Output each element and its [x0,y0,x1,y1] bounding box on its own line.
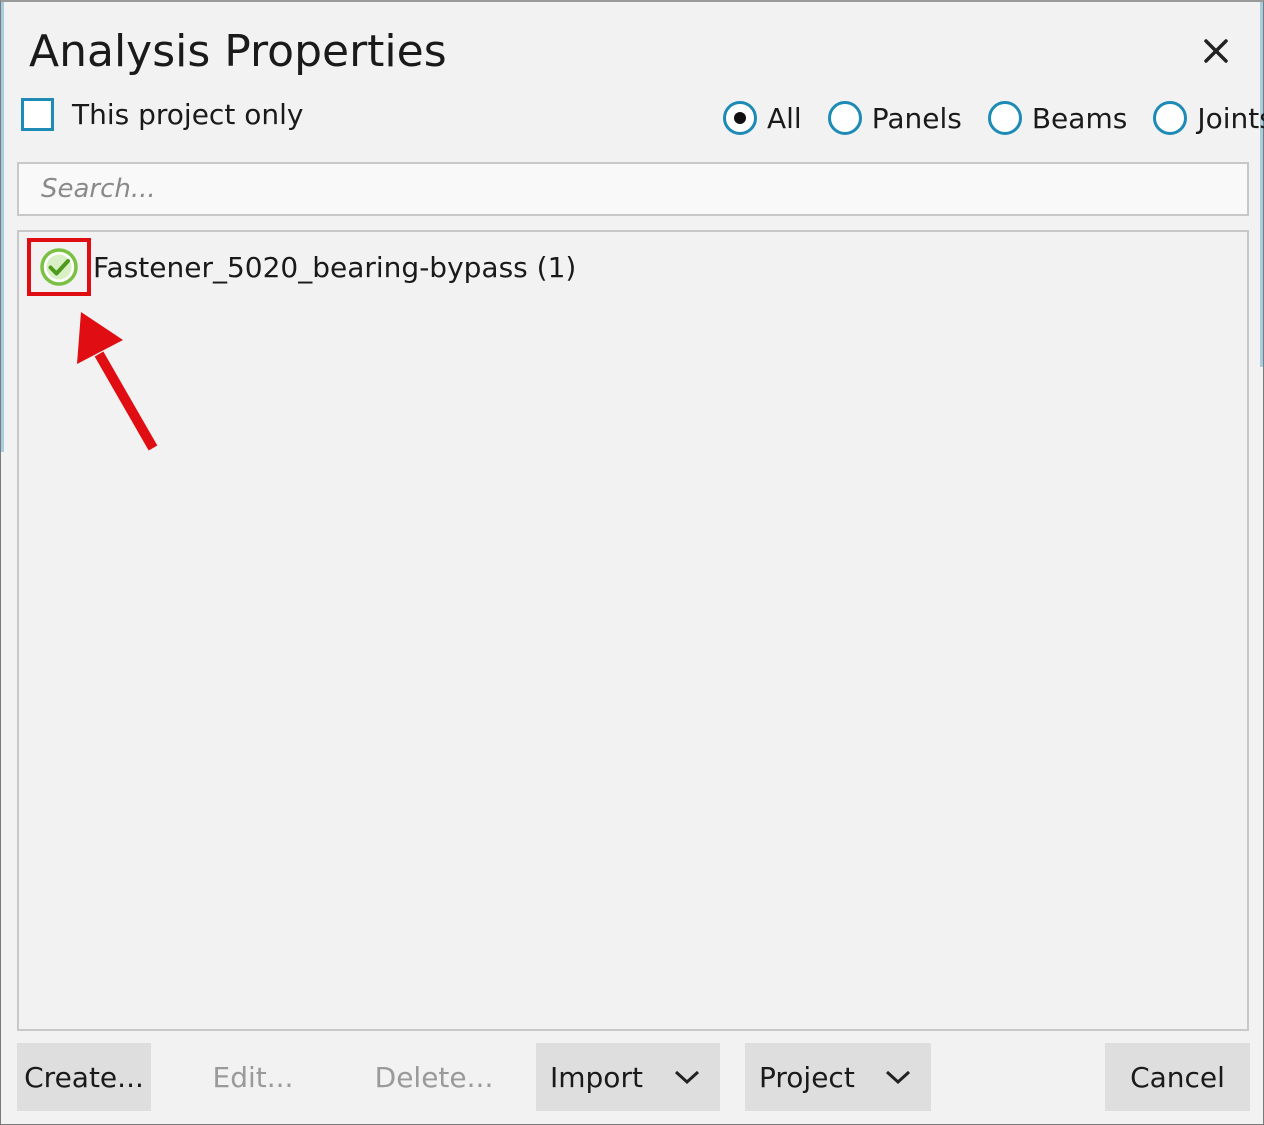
cancel-button-label: Cancel [1130,1060,1225,1094]
window-edge-accent [1,2,4,452]
radio-beams[interactable]: Beams [987,101,1128,135]
radio-label: Beams [1031,101,1128,135]
check-circle-icon [40,248,78,286]
edit-button[interactable]: Edit... [185,1043,321,1111]
radio-button[interactable] [987,101,1022,135]
close-button[interactable] [1193,28,1239,74]
delete-button[interactable]: Delete... [351,1043,517,1111]
project-dropdown-button[interactable]: Project [745,1043,931,1111]
analysis-properties-dialog: Analysis Properties This project only Al… [0,0,1264,1125]
chevron-down-icon [885,1070,911,1085]
radio-label: Joints [1197,101,1264,135]
radio-selected-dot [734,112,746,124]
import-dropdown-button[interactable]: Import [536,1043,720,1111]
create-button-label: Create... [24,1060,144,1094]
radio-panels[interactable]: Panels [827,101,962,135]
checkbox-box[interactable] [21,97,54,131]
window-edge-accent [1260,2,1263,367]
radio-button[interactable] [827,101,862,135]
radio-joints[interactable]: Joints [1153,101,1264,135]
search-input[interactable] [39,173,1227,205]
list-item-label: Fastener_5020_bearing-bypass (1) [93,250,577,284]
radio-all[interactable]: All [723,101,802,135]
list-item[interactable]: Fastener_5020_bearing-bypass (1) [27,236,576,298]
cancel-button[interactable]: Cancel [1105,1043,1250,1111]
radio-label: All [767,101,802,135]
highlight-box [27,238,91,296]
type-filter-radio-group: All Panels Beams Joints [723,96,1264,140]
import-button-label: Import [550,1060,643,1094]
project-button-label: Project [759,1060,855,1094]
radio-button[interactable] [1153,101,1188,135]
radio-label: Panels [871,101,962,135]
create-button[interactable]: Create... [17,1043,151,1111]
radio-button[interactable] [723,101,757,135]
analysis-list[interactable]: Fastener_5020_bearing-bypass (1) [17,230,1249,1031]
chevron-down-icon [674,1070,700,1085]
checkbox-label: This project only [72,97,304,131]
red-arrow-icon [77,312,158,451]
this-project-only-checkbox[interactable]: This project only [21,92,303,136]
edit-button-label: Edit... [212,1060,294,1094]
search-field[interactable] [17,162,1249,216]
dialog-title: Analysis Properties [29,26,447,77]
delete-button-label: Delete... [374,1060,494,1094]
close-icon [1204,39,1228,63]
